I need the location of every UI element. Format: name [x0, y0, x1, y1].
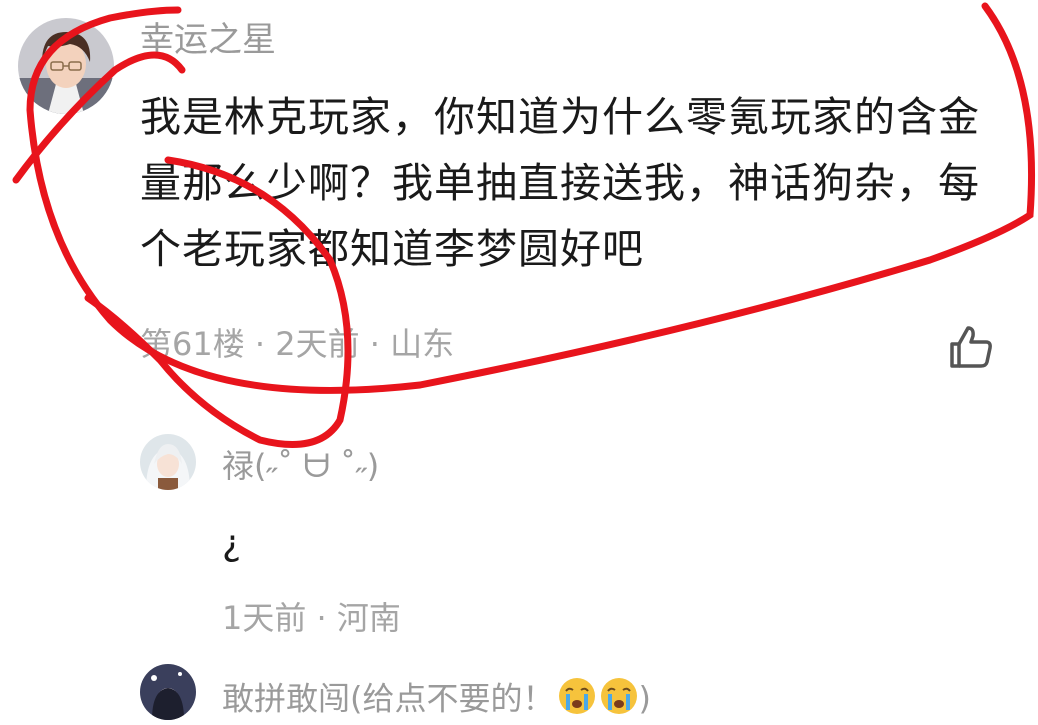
reply-username-text: 敢拼敢闯(给点不要的！	[222, 679, 555, 718]
thumbs-up-icon	[950, 326, 992, 368]
crying-face-icon	[557, 676, 597, 725]
crying-face-icon	[599, 676, 639, 725]
reply-text: ¿	[222, 523, 242, 564]
main-comment-meta: 第61楼 · 2天前 · 山东	[140, 325, 455, 363]
reply-avatar[interactable]	[140, 434, 196, 490]
main-comment-text: 我是林克玩家，你知道为什么零氪玩家的含金量那么少啊？我单抽直接送我，神话狗杂，每…	[140, 93, 980, 273]
main-commenter-avatar[interactable]	[18, 18, 114, 114]
reply-meta: 1天前 · 河南	[222, 599, 401, 637]
main-commenter-username[interactable]: 幸运之星	[140, 20, 276, 60]
reply-username[interactable]: 敢拼敢闯(给点不要的！)	[222, 676, 651, 725]
reply-username[interactable]: 禄(˶˚ ᗨ ˚˶)	[222, 446, 379, 486]
reply-username-suffix: )	[638, 679, 651, 718]
reply-avatar[interactable]	[140, 664, 196, 720]
like-button[interactable]	[946, 322, 996, 372]
